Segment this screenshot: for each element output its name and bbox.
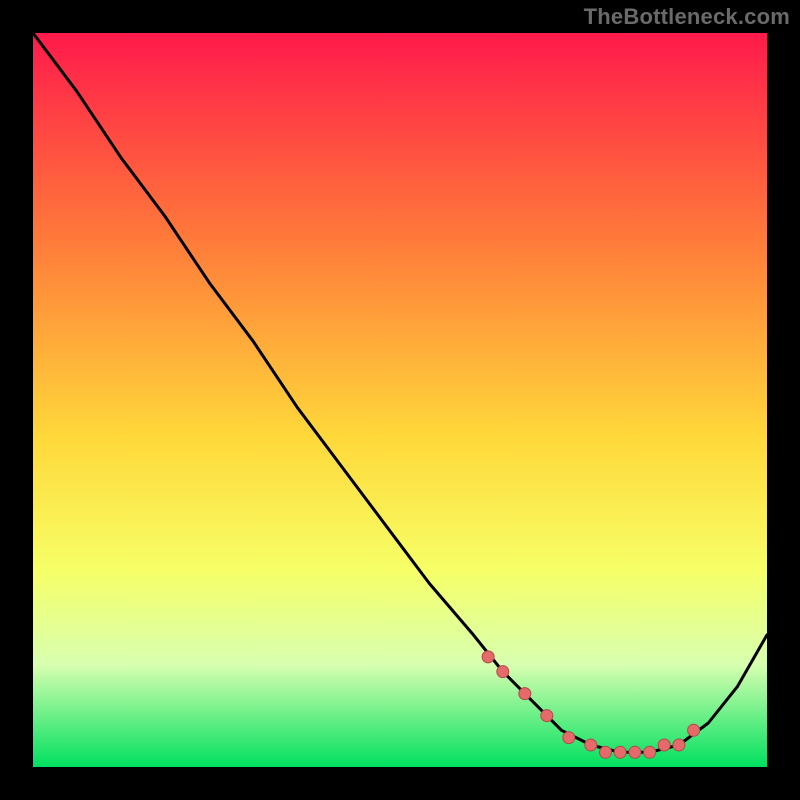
curve-marker — [688, 724, 700, 736]
curve-marker — [585, 739, 597, 751]
curve-marker — [541, 710, 553, 722]
curve-marker — [658, 739, 670, 751]
curve-marker — [519, 688, 531, 700]
curve-marker — [629, 746, 641, 758]
chart-frame: TheBottleneck.com — [0, 0, 800, 800]
curve-marker — [497, 666, 509, 678]
curve-marker — [614, 746, 626, 758]
curve-marker — [482, 651, 494, 663]
plot-area — [33, 33, 767, 767]
gradient-background — [33, 33, 767, 767]
curve-marker — [563, 732, 575, 744]
attribution-label: TheBottleneck.com — [584, 4, 790, 30]
bottleneck-curve-chart — [33, 33, 767, 767]
curve-marker — [644, 746, 656, 758]
curve-marker — [600, 746, 612, 758]
curve-marker — [673, 739, 685, 751]
